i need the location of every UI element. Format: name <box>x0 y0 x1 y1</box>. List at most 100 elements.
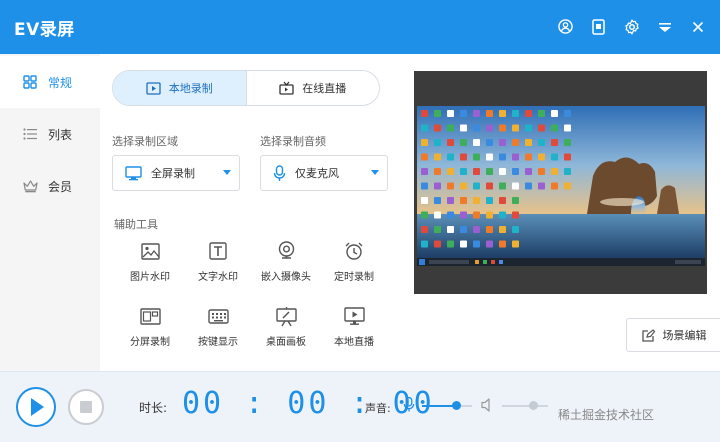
tool-label: 按键显示 <box>198 337 238 348</box>
monitor-icon <box>125 165 142 181</box>
list-icon <box>22 126 38 142</box>
desktop-shortcut-icon <box>499 197 506 204</box>
sidebar-item-label: 列表 <box>48 127 73 142</box>
desktop-shortcut-icon <box>512 168 519 175</box>
speaker-volume-knob[interactable] <box>529 401 538 410</box>
desktop-shortcut-icon <box>525 110 532 117</box>
region-select[interactable]: 全屏录制 <box>112 155 240 191</box>
chevron-down-icon <box>371 170 379 175</box>
speaker-icon[interactable] <box>481 398 494 412</box>
play-button[interactable] <box>16 387 56 427</box>
desktop-shortcut-icon <box>525 124 532 132</box>
tv-icon <box>279 81 294 95</box>
desktop-shortcut-icon <box>421 168 428 175</box>
desktop-shortcut-icon <box>434 197 441 204</box>
desktop-shortcut-icon <box>499 182 506 190</box>
desktop-shortcut-icon <box>473 110 480 117</box>
volume-label: 声音: <box>365 402 391 415</box>
desktop-shortcut-icon <box>512 182 519 190</box>
scene-edit-button[interactable]: 场景编辑 <box>626 318 720 352</box>
desktop-shortcut-icon <box>460 182 467 190</box>
desktop-shortcut-icon <box>486 226 493 233</box>
app-title: EV录屏 <box>14 20 75 40</box>
tool-embed-camera[interactable]: 嵌入摄像头 <box>251 240 321 290</box>
desktop-shortcut-icon <box>421 226 428 233</box>
desktop-shortcut-icon <box>486 139 493 146</box>
desktop-shortcut-icon <box>486 110 493 117</box>
tool-scheduled-record[interactable]: 定时录制 <box>319 240 389 290</box>
tab-label: 本地录制 <box>168 82 213 95</box>
desktop-shortcut-icon <box>551 110 558 117</box>
desktop-shortcut-icon <box>499 211 506 219</box>
desktop-shortcut-icon <box>421 153 428 161</box>
recording-timer: 00 : 00 : 00 <box>182 386 435 421</box>
settings-gear-icon[interactable] <box>623 18 640 35</box>
tool-local-live[interactable]: 本地直播 <box>319 305 389 355</box>
desktop-shortcut-icon <box>434 226 441 233</box>
desktop-shortcut-icon <box>460 168 467 175</box>
desktop-shortcut-icon <box>499 124 506 132</box>
desktop-shortcut-icon <box>538 182 545 190</box>
desktop-shortcut-icon <box>447 226 454 233</box>
audio-select[interactable]: 仅麦克风 <box>260 155 388 191</box>
desktop-shortcut-icon <box>421 124 428 132</box>
split-screen-icon <box>139 305 161 327</box>
desktop-shortcut-icon <box>551 182 558 190</box>
image-icon <box>140 240 160 262</box>
stop-icon <box>80 401 92 413</box>
sidebar-item-member[interactable]: 会员 <box>0 160 100 212</box>
desktop-shortcut-icon <box>460 226 467 233</box>
tool-label: 嵌入摄像头 <box>261 272 311 283</box>
tool-label: 桌面画板 <box>266 337 306 348</box>
keyboard-icon <box>207 305 229 327</box>
desktop-shortcut-icon <box>538 153 545 161</box>
desktop-shortcut-icon <box>499 168 506 175</box>
desktop-shortcut-icon <box>564 124 571 132</box>
desktop-shortcut-icon <box>421 211 428 219</box>
speaker-volume-slider[interactable] <box>502 401 548 410</box>
phone-icon[interactable] <box>590 18 607 35</box>
desktop-shortcut-icon <box>512 153 519 161</box>
edit-icon <box>641 328 655 342</box>
desktop-shortcut-icon <box>512 110 519 117</box>
tool-text-watermark[interactable]: 文字水印 <box>183 240 253 290</box>
tool-key-display[interactable]: 按键显示 <box>183 305 253 355</box>
tool-image-watermark[interactable]: 图片水印 <box>115 240 185 290</box>
desktop-shortcut-icon <box>486 182 493 190</box>
mic-volume-knob[interactable] <box>452 401 461 410</box>
desktop-shortcut-icon <box>512 124 519 132</box>
desktop-shortcut-icon <box>525 139 532 146</box>
microphone-icon[interactable] <box>403 396 415 413</box>
desktop-shortcut-icon <box>538 124 545 132</box>
tab-live-stream[interactable]: 在线直播 <box>247 71 380 105</box>
desktop-shortcut-icon <box>564 153 571 161</box>
desktop-shortcut-icon <box>512 139 519 146</box>
tool-desktop-whiteboard[interactable]: 桌面画板 <box>251 305 321 355</box>
desktop-shortcut-icon <box>525 168 532 175</box>
sidebar-item-label: 会员 <box>48 179 73 194</box>
tool-label: 本地直播 <box>334 337 374 348</box>
desktop-shortcut-icon <box>421 197 428 204</box>
title-bar-actions <box>557 18 706 35</box>
desktop-shortcut-icon <box>473 153 480 161</box>
mic-volume-slider[interactable] <box>422 401 472 410</box>
close-icon[interactable] <box>689 18 706 35</box>
desktop-shortcut-icon <box>473 124 480 132</box>
sidebar-item-general[interactable]: 常规 <box>0 56 100 108</box>
watermark-text: 稀土掘金技术社区 <box>558 408 655 422</box>
tool-split-screen[interactable]: 分屏录制 <box>115 305 185 355</box>
minimize-icon[interactable] <box>656 18 673 35</box>
sidebar-item-list[interactable]: 列表 <box>0 108 100 160</box>
chevron-down-icon <box>223 170 231 175</box>
stop-button[interactable] <box>68 389 104 425</box>
desktop-shortcut-icon <box>473 139 480 146</box>
alarm-icon <box>344 240 364 262</box>
desktop-shortcut-icon <box>551 168 558 175</box>
desktop-shortcut-icon <box>499 110 506 117</box>
sidebar: 常规 列表 会员 <box>0 54 100 371</box>
user-icon[interactable] <box>557 18 574 35</box>
desktop-shortcut-icon <box>447 240 454 248</box>
tab-local-record[interactable]: 本地录制 <box>113 71 247 105</box>
desktop-shortcut-icon <box>551 153 558 161</box>
desktop-shortcut-icon <box>538 139 545 146</box>
